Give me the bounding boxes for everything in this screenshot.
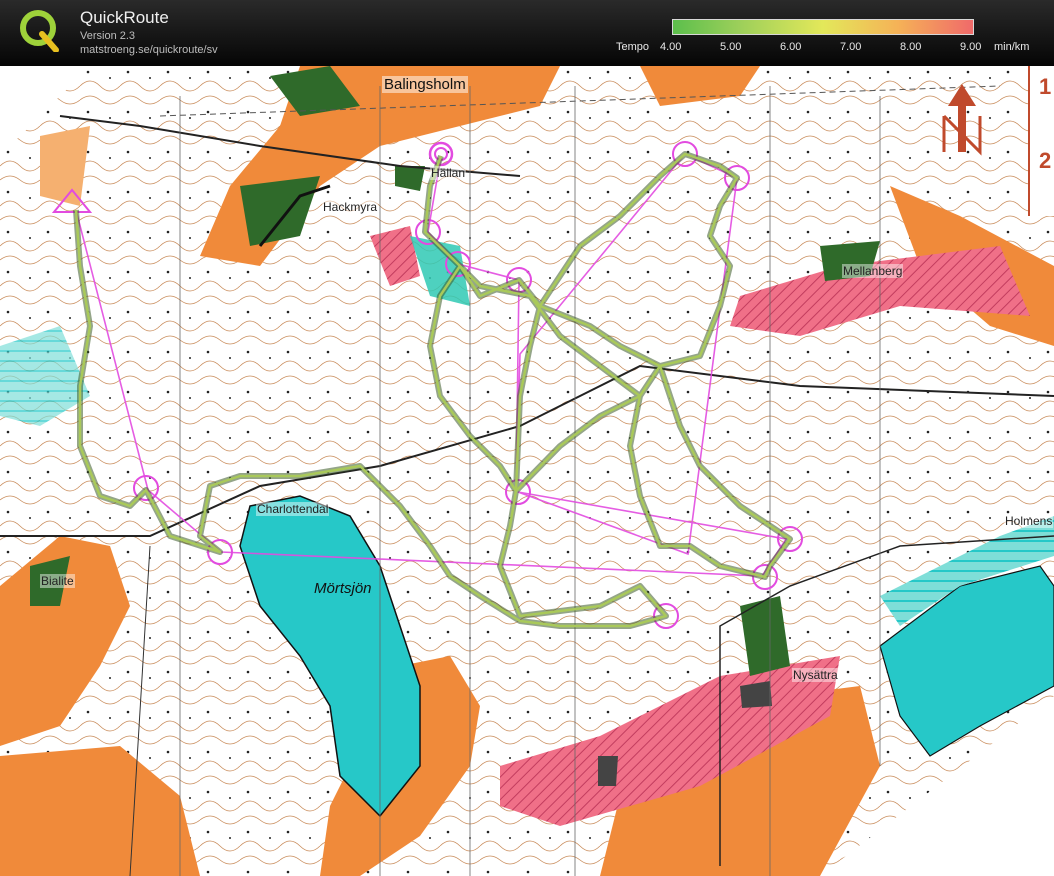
quickroute-logo bbox=[20, 10, 59, 52]
tempo-color-scale bbox=[672, 19, 974, 35]
legend-number: 2 bbox=[1039, 148, 1052, 173]
tempo-unit: min/km bbox=[994, 41, 1030, 53]
place-hallan: Hällan bbox=[430, 166, 467, 180]
tempo-tick: 5.00 bbox=[720, 41, 742, 53]
place-bialite: Bialite bbox=[40, 574, 75, 588]
place-holmen: Holmens bbox=[1004, 514, 1054, 528]
place-balingsholm: Balingsholm bbox=[382, 76, 468, 93]
title-bar: QuickRoute Version 2.3 matstroeng.se/qui… bbox=[0, 0, 1054, 66]
tempo-tick: 8.00 bbox=[900, 41, 922, 53]
tempo-tick: 6.00 bbox=[780, 41, 802, 53]
place-nysattra: Nysättra bbox=[792, 668, 839, 682]
orienteering-map[interactable]: Balingsholm Hackmyra Hällan Mellanberg C… bbox=[0, 66, 1054, 876]
lake-label: Mörtsjön bbox=[314, 580, 372, 597]
tempo-tick: 7.00 bbox=[840, 41, 862, 53]
tempo-tick: 4.00 bbox=[660, 41, 682, 53]
building bbox=[598, 756, 618, 786]
app-version: Version 2.3 bbox=[80, 30, 136, 42]
place-hackmyra: Hackmyra bbox=[322, 200, 379, 214]
app-url: matstroeng.se/quickroute/sv bbox=[80, 44, 218, 56]
place-charlottendal: Charlottendal bbox=[256, 502, 330, 516]
tempo-tick: 9.00 bbox=[960, 41, 982, 53]
place-mellanberg: Mellanberg bbox=[842, 264, 904, 278]
app-title: QuickRoute bbox=[80, 8, 169, 27]
tempo-label: Tempo bbox=[616, 41, 650, 53]
map-area bbox=[0, 66, 1054, 876]
legend-number: 1 bbox=[1039, 74, 1052, 99]
map-canvas[interactable] bbox=[0, 66, 1054, 876]
